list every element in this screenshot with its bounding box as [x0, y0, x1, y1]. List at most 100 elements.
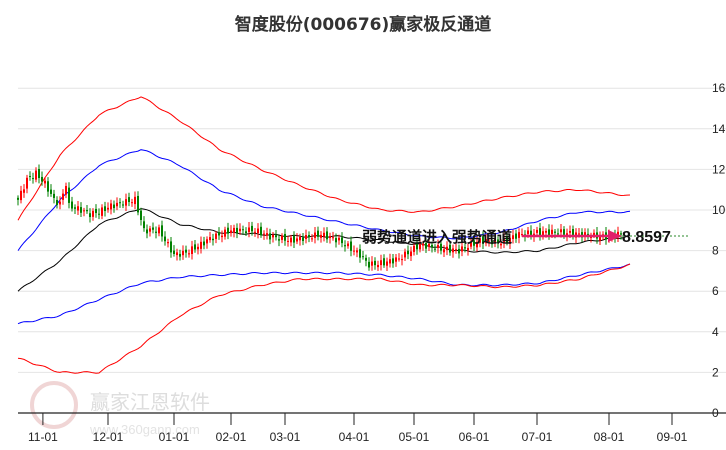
candle-body	[329, 236, 331, 238]
candle-body	[59, 201, 61, 205]
x-tick-label: 07-01	[522, 430, 553, 444]
candle-body	[74, 207, 76, 209]
candle-body	[395, 257, 397, 262]
candle-body	[212, 238, 214, 241]
candle-body	[206, 239, 208, 244]
last-value-label: 8.8597	[622, 229, 671, 246]
candle-body	[152, 227, 154, 230]
candle-body	[140, 210, 142, 220]
candle-body	[248, 227, 250, 233]
candle-body	[311, 238, 313, 240]
x-tick-label: 01-01	[159, 430, 190, 444]
candle-body	[455, 249, 457, 251]
x-tick-label: 08-01	[594, 430, 625, 444]
candle-body	[50, 189, 52, 194]
candle-body	[563, 229, 565, 235]
candle-body	[158, 227, 160, 234]
candle-body	[278, 239, 280, 241]
candle-body	[23, 189, 25, 193]
candle-body	[128, 197, 130, 203]
candle-body	[116, 202, 118, 207]
candle-body	[353, 250, 355, 252]
candle-body	[557, 233, 559, 235]
candle-body	[209, 237, 211, 241]
candle-body	[251, 225, 253, 232]
candle-body	[167, 242, 169, 244]
candle-body	[569, 230, 571, 233]
candle-body	[401, 259, 403, 261]
series-red-lower	[17, 263, 631, 374]
candle-body	[17, 197, 19, 200]
candle-body	[461, 246, 463, 252]
candle-body	[560, 229, 562, 233]
candle-body	[308, 234, 310, 237]
candle-body	[170, 241, 172, 253]
candle-body	[254, 231, 256, 233]
candle-body	[89, 213, 91, 218]
candle-body	[179, 253, 181, 257]
candle-body	[185, 249, 187, 253]
candle-body	[413, 245, 415, 252]
candle-body	[392, 258, 394, 264]
candle-body	[434, 248, 436, 250]
candle-body	[293, 236, 295, 243]
series-red-upper	[17, 96, 631, 221]
candle-body	[38, 168, 40, 179]
candle-body	[296, 238, 298, 242]
candle-body	[320, 234, 322, 238]
candle-body	[326, 231, 328, 240]
candle-body	[134, 196, 136, 205]
candle-body	[80, 207, 82, 213]
candle-body	[314, 232, 316, 238]
candle-body	[233, 227, 235, 233]
candle-body	[347, 243, 349, 247]
candle-body	[173, 250, 175, 254]
candle-body	[176, 252, 178, 256]
candle-body	[371, 261, 373, 266]
x-tick-label: 09-01	[657, 430, 688, 444]
candle-body	[458, 248, 460, 254]
candle-body	[230, 230, 232, 234]
candle-body	[302, 237, 304, 242]
candle-body	[350, 241, 352, 251]
candle-body	[194, 244, 196, 250]
candle-body	[236, 227, 238, 234]
y-tick-label: 2	[712, 365, 719, 379]
candle-body	[62, 193, 64, 200]
candle-body	[92, 210, 94, 217]
x-tick-label: 02-01	[216, 430, 247, 444]
candle-body	[26, 177, 28, 189]
candle-body	[266, 233, 268, 236]
candle-body	[263, 233, 265, 235]
candle-body	[221, 235, 223, 238]
candle-body	[383, 258, 385, 266]
candle-body	[398, 258, 400, 260]
candle-body	[338, 237, 340, 241]
candle-body	[551, 229, 553, 235]
candle-body	[554, 231, 556, 233]
candle-body	[281, 235, 283, 240]
candle-body	[239, 228, 241, 232]
candle-body	[218, 232, 220, 236]
candle-body	[536, 229, 538, 233]
x-tick-label: 03-01	[270, 430, 301, 444]
candle-body	[56, 199, 58, 205]
candle-body	[377, 264, 379, 268]
y-tick-label: 8	[712, 244, 719, 258]
candle-body	[215, 233, 217, 239]
candle-body	[41, 176, 43, 182]
candle-body	[341, 237, 343, 244]
candle-body	[356, 250, 358, 253]
candle-body	[515, 233, 517, 239]
candle-body	[335, 238, 337, 243]
candle-body	[86, 210, 88, 212]
candle-body	[539, 228, 541, 236]
candle-body	[359, 249, 361, 258]
x-tick-label: 12-01	[93, 430, 124, 444]
candle-body	[284, 233, 286, 241]
watermark-seal-icon	[30, 381, 78, 429]
candle-body	[29, 176, 31, 178]
y-tick-label: 14	[712, 122, 726, 136]
candle-body	[131, 202, 133, 204]
candle-body	[110, 203, 112, 210]
